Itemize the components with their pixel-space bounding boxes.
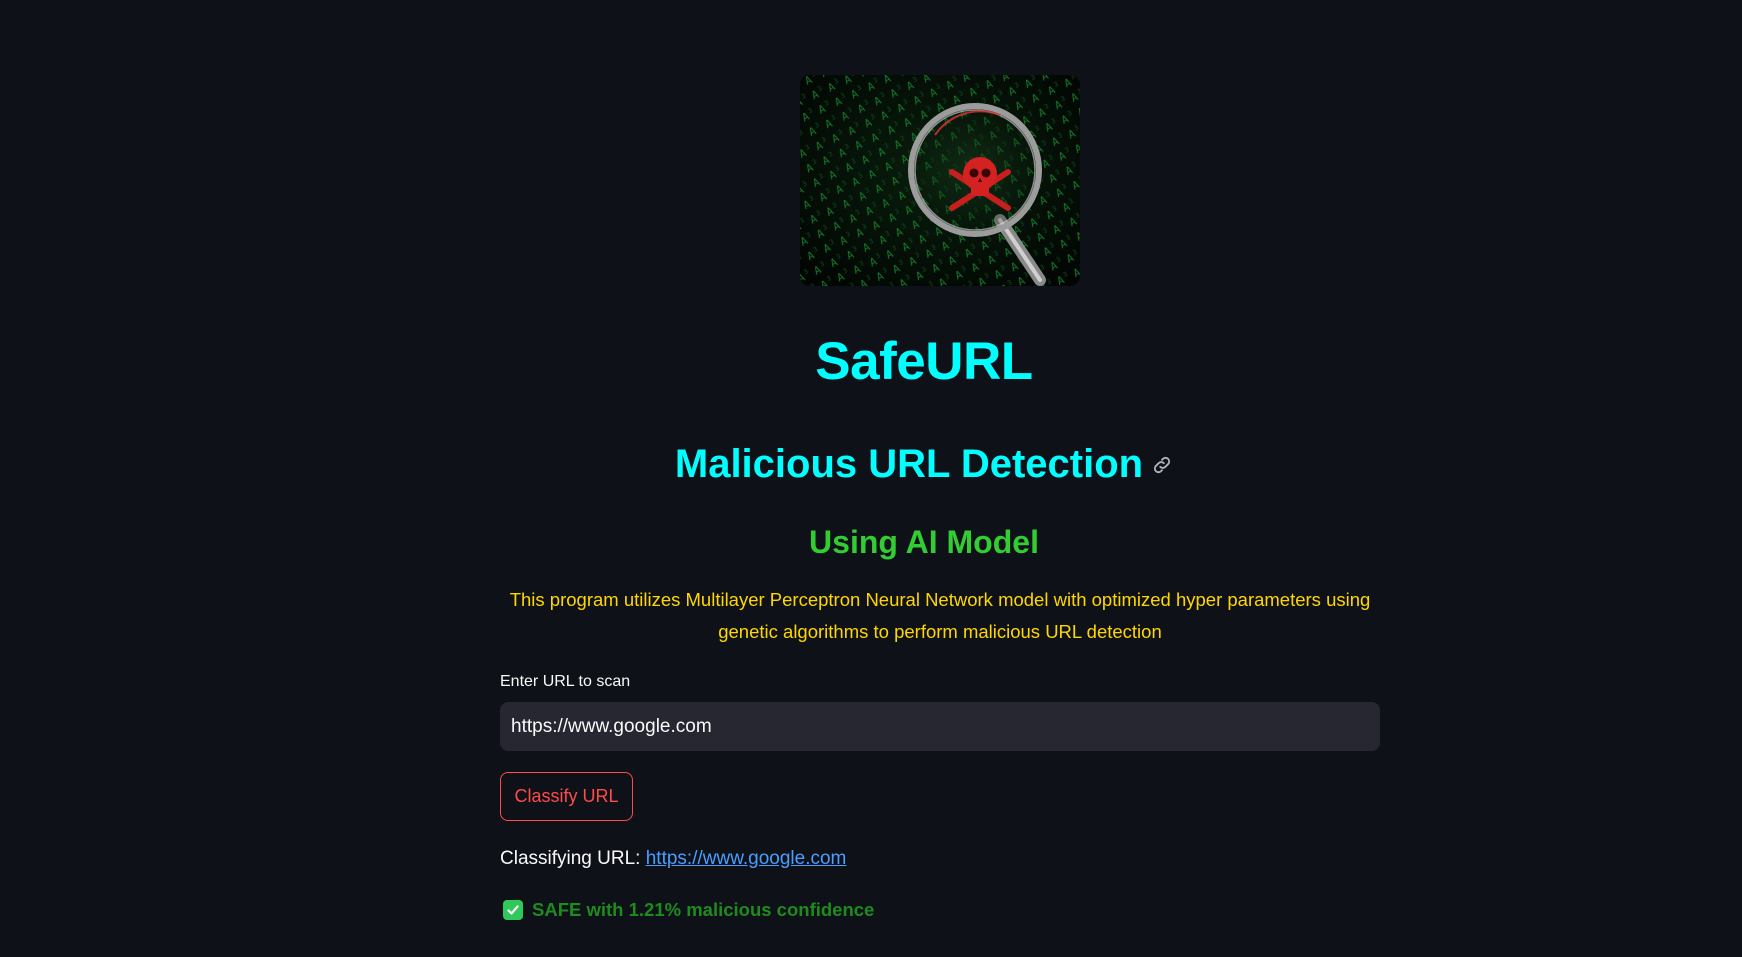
url-input-label: Enter URL to scan [500, 673, 631, 690]
classifying-prefix: Classifying URL: [500, 848, 641, 869]
check-icon [503, 900, 523, 920]
classify-url-button[interactable]: Classify URL [500, 772, 633, 821]
page-title: SafeURL [815, 332, 1033, 391]
app-root: A 3 [0, 0, 1742, 957]
magnifier-skull-icon: A 3 [800, 75, 1080, 286]
classifying-status: Classifying URL: https://www.google.com [500, 845, 846, 873]
anchor-link-icon[interactable] [1151, 437, 1173, 489]
tagline: Using AI Model [809, 524, 1039, 560]
subtitle-text: Malicious URL Detection [674, 442, 1144, 486]
result-message: SAFE with 1.21% malicious confidence [503, 897, 874, 923]
url-input[interactable] [500, 702, 1380, 751]
hero-image: A 3 [800, 75, 1080, 286]
result-text: SAFE with 1.21% malicious confidence [532, 899, 875, 920]
page-subtitle: Malicious URL Detection [500, 438, 1348, 492]
description-text: This program utilizes Multilayer Percept… [509, 589, 1371, 642]
classifying-url-link[interactable]: https://www.google.com [646, 848, 847, 869]
